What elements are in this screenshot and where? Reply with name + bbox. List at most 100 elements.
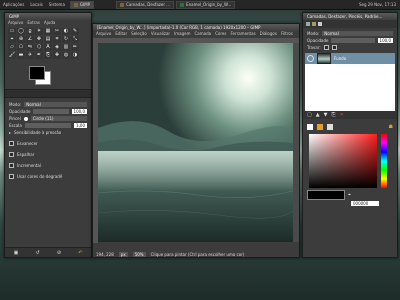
check-jitter[interactable]: Espalhar	[5, 151, 91, 158]
opacity-field[interactable]: 100,0	[71, 109, 87, 114]
tool-options-tab[interactable]	[5, 89, 91, 98]
measure-icon[interactable]: ∠	[26, 36, 34, 43]
delete-options-icon[interactable]: ⊘	[57, 250, 61, 256]
color-select-icon[interactable]: ▦	[44, 28, 52, 35]
eraser-icon[interactable]: ▬	[17, 52, 25, 59]
ink-icon[interactable]: ✒	[35, 52, 43, 59]
menu-filters[interactable]: Filtros	[281, 31, 293, 37]
dynamics-row[interactable]: ▸ Sensibilidade à pressão	[5, 129, 91, 136]
toolbox-title[interactable]: GIMP	[5, 13, 91, 20]
menu-extras[interactable]: Extras	[27, 20, 40, 26]
raise-layer-icon[interactable]: ▲	[316, 112, 320, 118]
saturation-value-square[interactable]	[309, 134, 377, 188]
image-window-title[interactable]: [Enamel_Origin_by_W...] (importada)-1.0 …	[93, 24, 299, 31]
airbrush-icon[interactable]: ✈	[26, 52, 34, 59]
hex-field[interactable]: 000000	[351, 201, 379, 206]
check-gradient[interactable]: Usar cores do degradê	[5, 173, 91, 180]
brush-field[interactable]: Circle (11)	[30, 116, 87, 121]
unit-dropdown[interactable]: px	[118, 251, 128, 257]
layer-opacity-field[interactable]: 100,0	[377, 38, 393, 43]
dock-title[interactable]: Camadas, Desfazer, Pincéis, Padrõe...	[303, 13, 397, 20]
scale-field[interactable]: 1,00	[74, 123, 87, 128]
layer-opacity-slider[interactable]	[331, 38, 375, 43]
move-icon[interactable]: ✥	[35, 36, 43, 43]
image-canvas[interactable]	[98, 43, 293, 242]
menu-file[interactable]: Arquivo	[96, 31, 111, 37]
crop-icon[interactable]: ⌗	[53, 36, 61, 43]
align-icon[interactable]: ▤	[44, 36, 52, 43]
brush-preview-icon[interactable]	[23, 116, 28, 121]
check-fade[interactable]: Esvanecer	[5, 140, 91, 147]
palette-icon[interactable]	[317, 123, 323, 130]
scale-icon[interactable]: ⤡	[71, 36, 79, 43]
cage-icon[interactable]: ⬡	[35, 44, 43, 51]
fuzzy-select-icon[interactable]: ✶	[35, 28, 43, 35]
zoom-icon[interactable]: ⊕	[17, 36, 25, 43]
mode-dropdown[interactable]: Normal	[24, 102, 87, 107]
rotate-icon[interactable]: ↻	[62, 36, 70, 43]
menu-colors[interactable]: Cores	[215, 31, 226, 37]
heal-icon[interactable]: ✚	[53, 52, 61, 59]
zoom-dropdown[interactable]: 50%	[132, 251, 146, 257]
layer-mode-dropdown[interactable]: Normal	[322, 31, 393, 36]
menu-tools[interactable]: Ferramentas	[230, 31, 255, 37]
task-image[interactable]: Enamel_Origin_by_W...	[176, 0, 236, 9]
paintbrush-icon[interactable]: 🖌	[8, 52, 16, 59]
checkbox[interactable]	[9, 141, 14, 146]
new-layer-icon[interactable]: ▢	[307, 112, 312, 118]
menu-applications[interactable]: Aplicações	[0, 2, 27, 7]
hue-strip[interactable]	[381, 134, 387, 188]
menu-dialogs[interactable]: Diálogos	[260, 31, 277, 37]
save-options-icon[interactable]: ▣	[14, 250, 19, 256]
fg-palette-icon[interactable]	[307, 123, 313, 130]
check-incremental[interactable]: Incremental	[5, 162, 91, 169]
foreground-color-swatch[interactable]	[29, 66, 45, 80]
scissors-icon[interactable]: ✂	[53, 28, 61, 35]
checkbox[interactable]	[9, 163, 14, 168]
pencil-icon[interactable]: ✏	[71, 44, 79, 51]
lower-layer-icon[interactable]: ▼	[324, 112, 328, 118]
eye-icon[interactable]	[307, 55, 314, 62]
menu-places[interactable]: Locais	[27, 2, 45, 7]
gradient-icon[interactable]	[327, 123, 333, 130]
menu-view[interactable]: Visualizar	[151, 31, 170, 37]
undo-tab-icon[interactable]	[312, 22, 316, 26]
color-picker-icon[interactable]: ⌖	[8, 36, 16, 43]
delete-layer-icon[interactable]: ✕	[339, 112, 343, 118]
bucket-fill-icon[interactable]: ◈	[53, 44, 61, 51]
dodge-icon[interactable]: ◑	[71, 52, 79, 59]
menu-file[interactable]: Arquivo	[8, 20, 23, 26]
menu-help[interactable]: Ajuda	[44, 20, 55, 26]
rect-select-icon[interactable]: ▭	[8, 28, 16, 35]
reset-options-icon[interactable]: ↶	[78, 250, 82, 256]
layer-name[interactable]: Fundo	[334, 56, 346, 61]
restore-options-icon[interactable]: ↺	[35, 250, 39, 256]
clone-icon[interactable]: ⎘	[44, 52, 52, 59]
menu-edit[interactable]: Editar	[115, 31, 127, 37]
brushes-tab-icon[interactable]	[318, 22, 322, 26]
task-gimp[interactable]: GIMP	[69, 0, 95, 9]
blur-icon[interactable]: ◍	[62, 52, 70, 59]
foreground-select-icon[interactable]: ◐	[62, 28, 70, 35]
task-layers[interactable]: Camadas, Desfazer ...	[116, 0, 175, 9]
flip-icon[interactable]: ⇋	[26, 44, 34, 51]
opacity-slider[interactable]	[33, 109, 69, 114]
duplicate-layer-icon[interactable]: ⎘	[331, 112, 335, 118]
shear-icon[interactable]: ▱	[8, 44, 16, 51]
lock-alpha-checkbox[interactable]	[331, 45, 337, 50]
menu-system[interactable]: Sistema	[46, 2, 68, 7]
scale-slider[interactable]	[24, 123, 72, 128]
checkbox[interactable]	[9, 152, 14, 157]
menu-select[interactable]: Seleção	[131, 31, 147, 37]
menu-layer[interactable]: Camada	[195, 31, 212, 37]
menu-image[interactable]: Imagem	[174, 31, 190, 37]
eyedropper-icon[interactable]: ⌖	[348, 192, 351, 198]
clock[interactable]: Seg 29 Nov, 17:13	[359, 2, 400, 7]
layers-tab-icon[interactable]	[306, 22, 310, 26]
paths-icon[interactable]: ✎	[71, 28, 79, 35]
lasso-icon[interactable]: ϱ	[26, 28, 34, 35]
checkbox[interactable]	[9, 174, 14, 179]
text-icon[interactable]: A	[44, 44, 52, 51]
vertical-scrollbar[interactable]	[293, 43, 299, 242]
color-tab-icon[interactable]: ☗	[389, 124, 393, 130]
